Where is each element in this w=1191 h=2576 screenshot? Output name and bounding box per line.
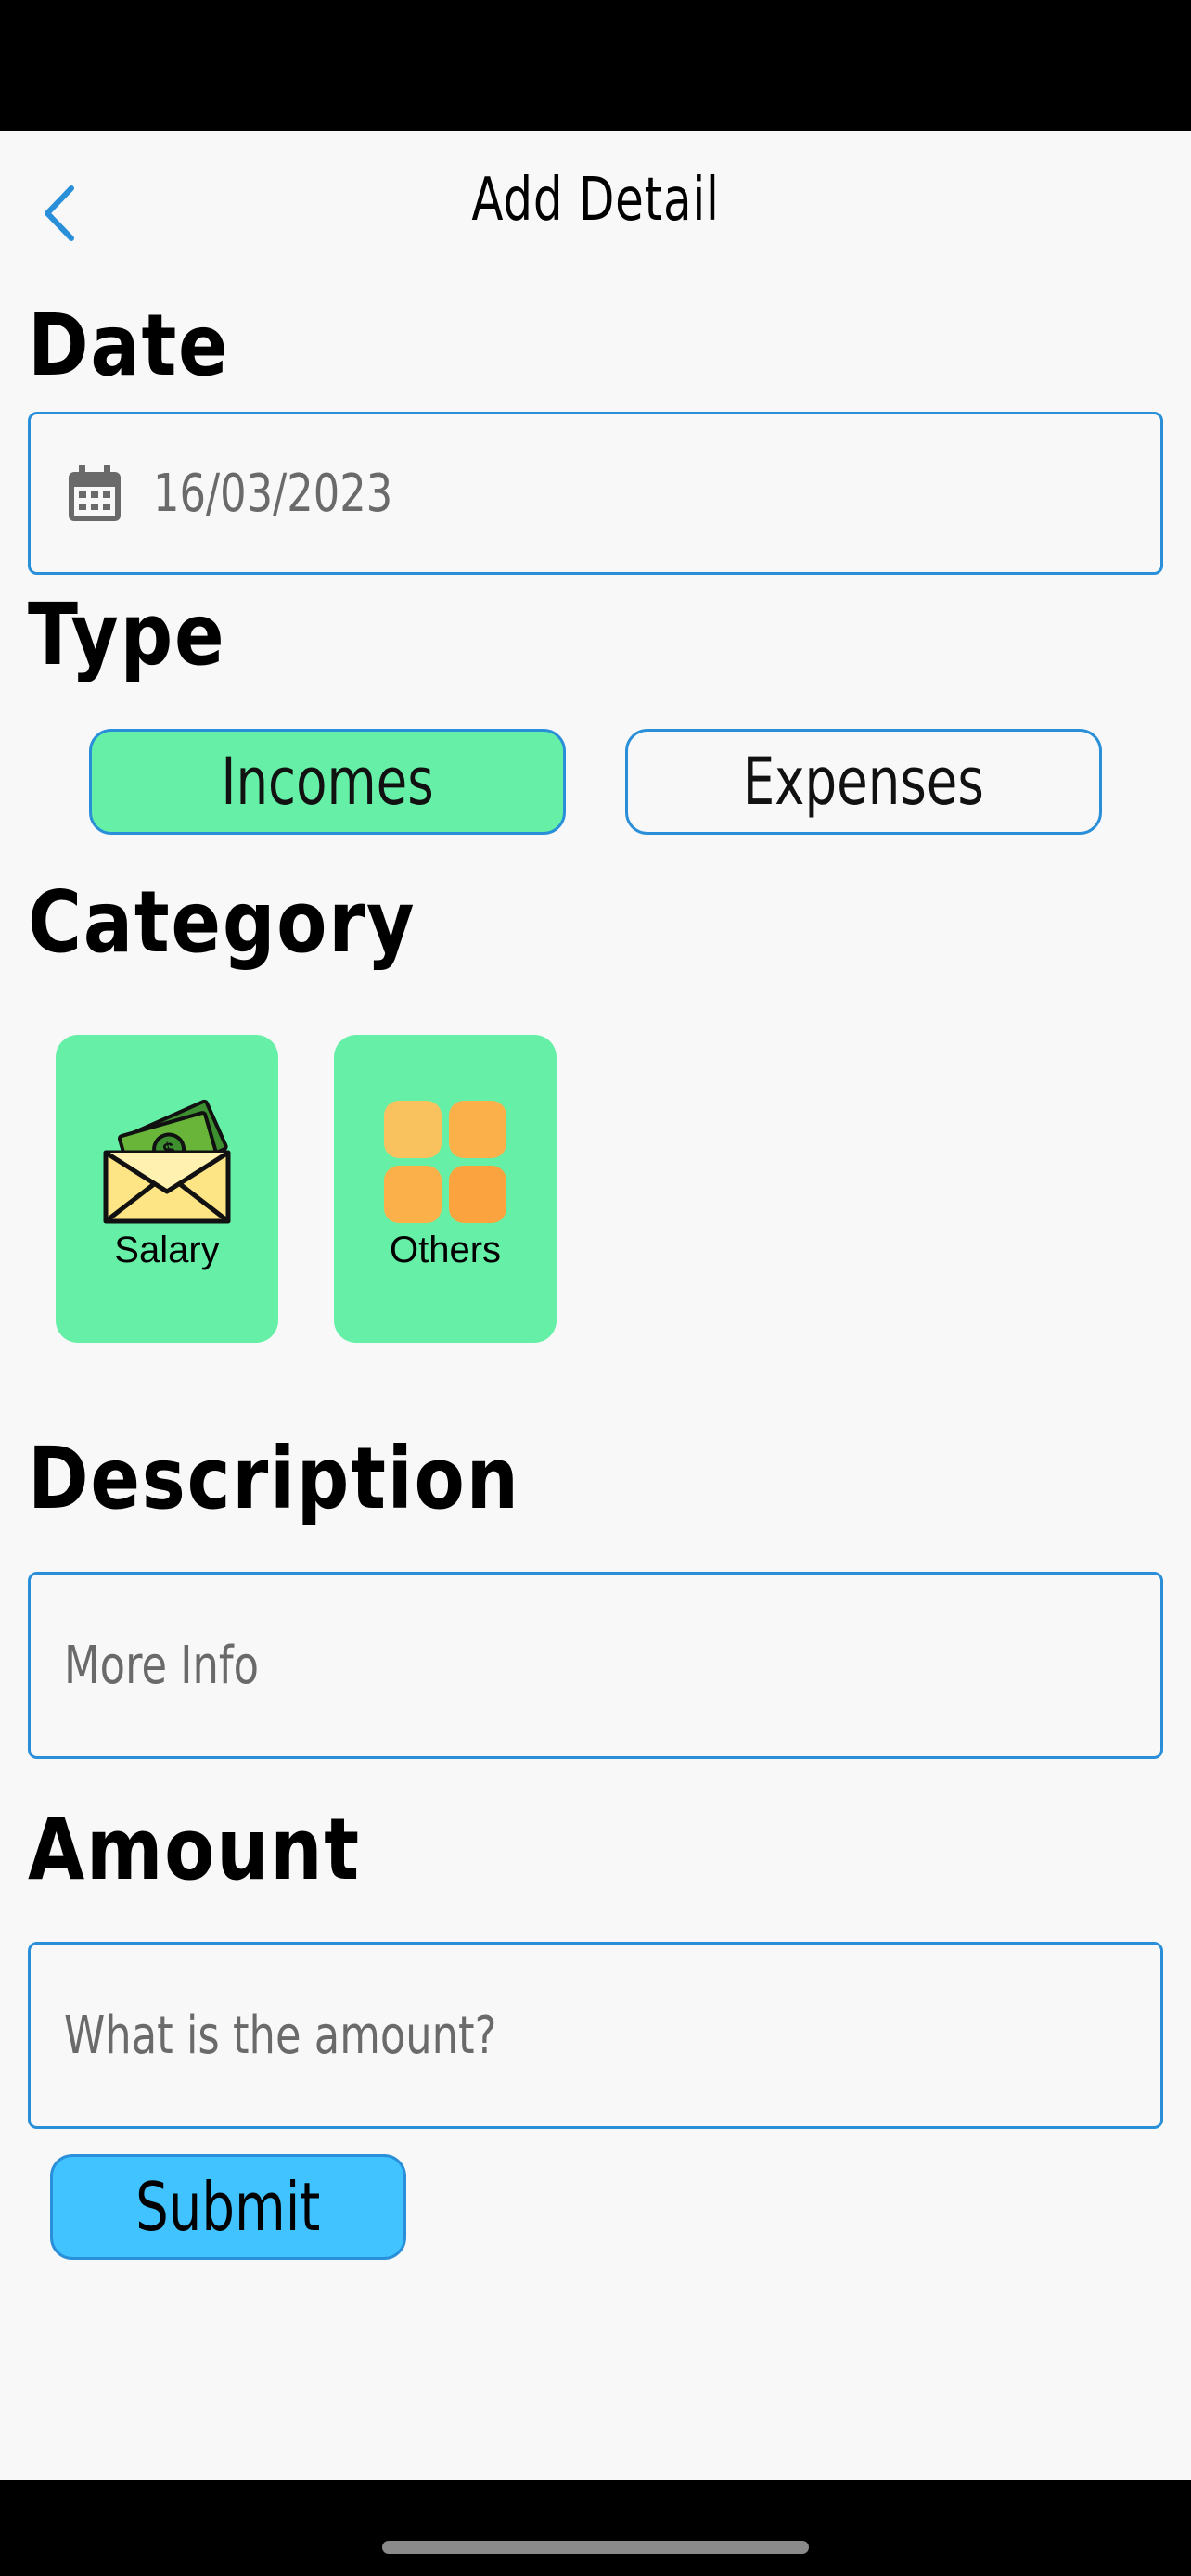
amount-input[interactable]: What is the amount? — [28, 1942, 1163, 2129]
incomes-button[interactable]: Incomes — [89, 729, 566, 835]
submit-button[interactable]: Submit — [50, 2154, 406, 2260]
grid-icon — [384, 1101, 506, 1223]
category-salary-label: Salary — [114, 1230, 220, 1270]
submit-button-label: Submit — [135, 2168, 321, 2246]
amount-label: Amount — [28, 1800, 361, 1899]
category-others-label: Others — [389, 1230, 502, 1270]
add-detail-screen: Add Detail Date 16/03/2023 Type Incomes … — [0, 131, 1191, 2480]
description-placeholder: More Info — [64, 1635, 260, 1696]
nav-header: Add Detail — [0, 131, 1191, 288]
date-label: Date — [28, 296, 230, 395]
description-input[interactable]: More Info — [28, 1572, 1163, 1759]
description-label: Description — [28, 1429, 520, 1528]
expenses-button[interactable]: Expenses — [625, 729, 1102, 835]
date-field[interactable]: 16/03/2023 — [28, 412, 1163, 575]
home-indicator — [382, 2541, 809, 2554]
category-salary[interactable]: $ Salary — [56, 1035, 278, 1343]
back-button[interactable] — [28, 172, 93, 255]
category-others[interactable]: Others — [334, 1035, 557, 1343]
date-value: 16/03/2023 — [153, 463, 393, 524]
chevron-left-icon — [45, 185, 74, 241]
incomes-button-label: Incomes — [221, 744, 434, 820]
expenses-button-label: Expenses — [742, 744, 985, 820]
status-bar — [0, 0, 1191, 131]
category-label: Category — [28, 873, 416, 972]
money-envelope-icon: $ — [103, 1099, 231, 1224]
page-title: Add Detail — [471, 166, 720, 235]
type-label: Type — [28, 585, 226, 684]
amount-placeholder: What is the amount? — [64, 2005, 497, 2066]
calendar-icon — [69, 465, 121, 521]
